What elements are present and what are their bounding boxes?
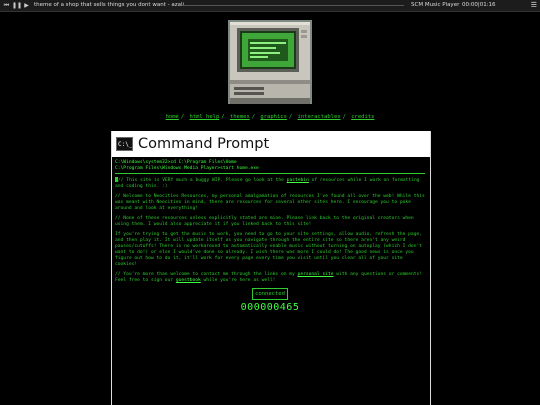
window-title: Command Prompt — [138, 136, 270, 152]
terminal-icon: C:\_ — [116, 137, 133, 151]
terminal-content: C:\Windows\system32>cd C:\Program Files\… — [115, 160, 425, 314]
paragraph-wip: // This site is VERY much a buggy WIP. P… — [115, 177, 425, 190]
retro-computer-image — [228, 20, 312, 104]
next-icon[interactable]: ▶ — [22, 1, 31, 10]
menu-icon[interactable]: ☰ — [531, 0, 537, 11]
pastebin-link[interactable]: pastebin — [287, 178, 309, 183]
music-player-bar: ⏮ ❚❚ ▶ theme of a shop that sells things… — [0, 0, 540, 12]
pause-icon[interactable]: ❚❚ — [12, 1, 22, 10]
hit-counter: connected — [115, 288, 425, 300]
guestbook-link[interactable]: guestbook — [176, 278, 201, 283]
window-titlebar: C:\_ Command Prompt — [112, 131, 430, 157]
prev-icon[interactable]: ⏮ — [2, 1, 11, 10]
time-display: 00:00|01:16 — [462, 2, 496, 8]
p1-text-a: // This site is VERY much a buggy WIP. P… — [118, 178, 287, 183]
nav-separator: / — [342, 114, 346, 120]
counter-value: 000000465 — [240, 302, 300, 313]
nav-separator: / — [288, 114, 293, 120]
paragraph-music: If you're trying to get the music to wor… — [115, 232, 422, 267]
personal-site-link[interactable]: personal site — [298, 272, 334, 277]
nav-themes[interactable]: themes — [230, 114, 250, 120]
command-line-2: C:\Program Files\Windows Media Player>st… — [115, 166, 259, 171]
nav-home[interactable]: home — [166, 114, 179, 120]
nav-separator: / — [221, 114, 225, 120]
paragraph-contact: // You're more than welcome to contact m… — [115, 272, 425, 284]
nav-separator: / — [251, 114, 256, 120]
site-navigation: home / html help / themes / graphics / inter… — [0, 114, 540, 120]
divider — [115, 173, 425, 174]
track-title: theme of a shop that sells things you do… — [34, 2, 185, 8]
nav-credits[interactable]: credits — [351, 114, 374, 120]
nav-interactables[interactable]: interactables — [298, 114, 341, 120]
p5-text-a: // You're more than welcome to contact m… — [115, 272, 298, 277]
paragraph-welcome: // Welcome to Neocities Resources, my pe… — [115, 194, 425, 211]
p5-text-c: while you're here as well! — [200, 278, 276, 283]
counter-label: connected — [252, 288, 288, 300]
nav-html-help[interactable]: html help — [189, 114, 219, 120]
progress-bar[interactable] — [182, 5, 404, 6]
nav-graphics[interactable]: graphics — [260, 114, 287, 120]
paragraph-credits: // None of these resources unless explic… — [115, 216, 414, 227]
nav-separator: / — [180, 114, 185, 120]
player-name: SCM Music Player — [411, 2, 460, 8]
command-prompt-window: C:\_ Command Prompt C:\Windows\system32>… — [111, 131, 431, 405]
